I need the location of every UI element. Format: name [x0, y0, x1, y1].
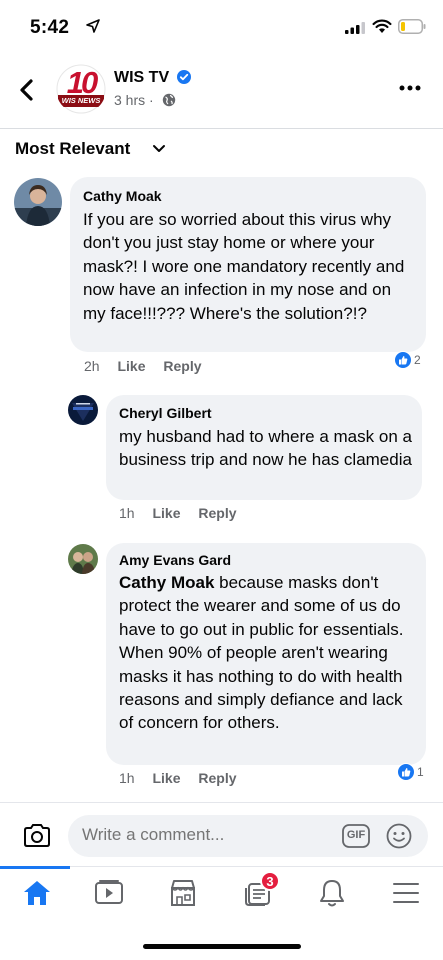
- back-chevron-icon[interactable]: [18, 78, 34, 102]
- comment-sort-dropdown[interactable]: Most Relevant: [15, 139, 130, 159]
- gif-button[interactable]: GIF: [342, 824, 370, 848]
- thumbs-up-icon: [397, 763, 415, 781]
- comment-author[interactable]: Cheryl Gilbert: [119, 405, 212, 421]
- comment-actions: 2h Like Reply: [84, 358, 216, 374]
- comment-actions: 1h Like Reply: [119, 770, 251, 786]
- reaction-count[interactable]: 1: [397, 763, 424, 781]
- home-icon: [24, 881, 50, 905]
- post-header: 10 WIS NEWS WIS TV 3 hrs ·: [0, 58, 443, 126]
- cellular-signal-icon: [345, 22, 365, 34]
- avatar[interactable]: [68, 544, 98, 574]
- comment-body: because masks don't protect the wearer a…: [119, 573, 404, 733]
- comment-time: 2h: [84, 358, 100, 374]
- active-tab-indicator: [0, 866, 70, 869]
- profile-photo-icon: [14, 178, 62, 226]
- status-bar: 5:42: [0, 0, 443, 54]
- page-name[interactable]: WIS TV: [114, 69, 169, 87]
- reaction-count[interactable]: 2: [394, 351, 421, 369]
- tab-watch[interactable]: [89, 873, 129, 913]
- like-button[interactable]: Like: [152, 505, 180, 521]
- comment-text: my husband had to where a mask on a busi…: [119, 427, 412, 470]
- emoji-icon[interactable]: [386, 823, 412, 849]
- marketplace-icon: [171, 880, 195, 906]
- wifi-icon: [372, 19, 392, 33]
- battery-icon: [398, 19, 426, 34]
- reply-button[interactable]: Reply: [198, 505, 236, 521]
- comment-text: If you are so worried about this virus w…: [83, 210, 405, 323]
- globe-icon: [162, 93, 176, 107]
- mention-link[interactable]: Cathy Moak: [119, 573, 214, 592]
- reaction-number: 2: [414, 353, 421, 367]
- more-options-icon[interactable]: [395, 78, 425, 98]
- comment-actions: 1h Like Reply: [119, 505, 251, 521]
- avatar[interactable]: [14, 178, 62, 226]
- bell-icon: [320, 880, 344, 907]
- tab-marketplace[interactable]: [163, 873, 203, 913]
- comment-input[interactable]: [82, 825, 322, 845]
- logo-caption: WIS NEWS: [61, 96, 101, 105]
- comment-text: Cathy Moak because masks don't protect t…: [119, 571, 419, 735]
- tab-notifications[interactable]: [312, 873, 352, 913]
- profile-photo-icon: [68, 395, 98, 425]
- profile-photo-icon: [68, 544, 98, 574]
- tab-menu[interactable]: [386, 873, 426, 913]
- comment-author[interactable]: Amy Evans Gard: [119, 552, 231, 568]
- home-indicator: [143, 944, 301, 949]
- reply-button[interactable]: Reply: [198, 770, 236, 786]
- like-button[interactable]: Like: [117, 358, 145, 374]
- comment-time: 1h: [119, 770, 135, 786]
- reply-button[interactable]: Reply: [163, 358, 201, 374]
- reaction-number: 1: [417, 765, 424, 779]
- video-icon: [95, 880, 123, 904]
- location-arrow-icon: [86, 19, 100, 33]
- menu-icon: [393, 883, 419, 903]
- comment-time: 1h: [119, 505, 135, 521]
- like-button[interactable]: Like: [152, 770, 180, 786]
- verified-badge-icon: [177, 70, 191, 84]
- thumbs-up-icon: [394, 351, 412, 369]
- comment-composer[interactable]: GIF: [68, 815, 428, 857]
- camera-icon[interactable]: [22, 823, 52, 849]
- chevron-down-icon[interactable]: [152, 144, 166, 154]
- status-time: 5:42: [30, 17, 70, 38]
- post-timestamp: 3 hrs ·: [114, 92, 154, 108]
- gif-label: GIF: [346, 829, 366, 841]
- composer-divider: [0, 802, 443, 803]
- page-logo[interactable]: 10 WIS NEWS: [56, 64, 106, 114]
- notification-badge: 3: [260, 871, 280, 891]
- avatar[interactable]: [68, 395, 98, 425]
- header-divider: [0, 128, 443, 129]
- comment-author[interactable]: Cathy Moak: [83, 188, 162, 204]
- tab-home[interactable]: [17, 873, 57, 913]
